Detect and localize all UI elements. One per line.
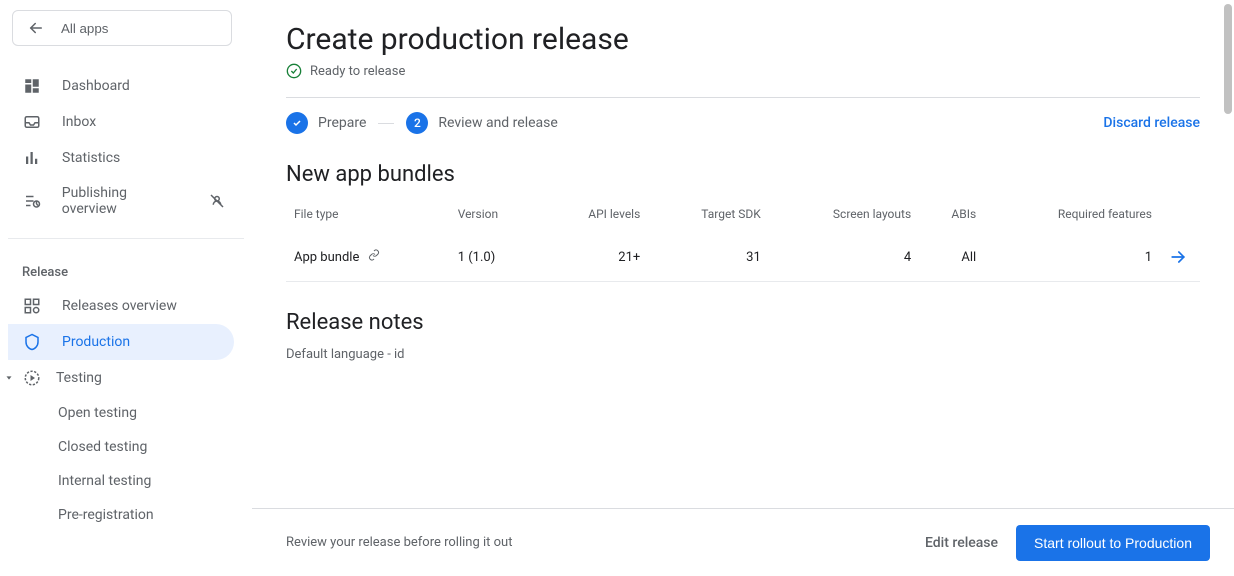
step-check-icon — [286, 112, 308, 134]
scrollbar[interactable] — [1224, 4, 1232, 114]
releases-overview-icon — [22, 297, 42, 315]
col-required-features: Required features — [984, 195, 1160, 233]
ready-status: Ready to release — [286, 63, 1200, 79]
all-apps-button[interactable]: All apps — [12, 10, 232, 46]
sidebar-item-closed-testing[interactable]: Closed testing — [8, 430, 244, 464]
sidebar-item-statistics[interactable]: Statistics — [8, 140, 234, 176]
divider — [286, 97, 1200, 98]
table-row: App bundle 1 (1.0) 21+ 31 4 All 1 — [286, 233, 1200, 282]
all-apps-label: All apps — [61, 21, 108, 36]
col-version: Version — [450, 195, 540, 233]
sidebar-item-inbox[interactable]: Inbox — [8, 104, 234, 140]
caret-down-icon[interactable] — [4, 373, 14, 383]
sidebar-item-label: Statistics — [62, 150, 120, 166]
step-review[interactable]: 2 Review and release — [406, 112, 557, 134]
footer-message: Review your release before rolling it ou… — [286, 535, 512, 550]
section-release-label: Release — [8, 251, 244, 288]
testing-icon — [22, 369, 42, 387]
sidebar-item-testing[interactable]: Testing — [14, 360, 234, 396]
step-number-icon: 2 — [406, 112, 428, 134]
sidebar-item-label: Releases overview — [62, 298, 177, 314]
release-notes-title: Release notes — [286, 310, 1200, 335]
ready-label: Ready to release — [310, 64, 405, 79]
col-abis: ABIs — [919, 195, 984, 233]
step-label: Review and release — [438, 115, 557, 131]
sidebar-item-releases-overview[interactable]: Releases overview — [8, 288, 234, 324]
page-title: Create production release — [286, 22, 1200, 57]
sidebar-item-production[interactable]: Production — [8, 324, 234, 360]
discard-release-button[interactable]: Discard release — [1103, 115, 1200, 131]
inbox-icon — [22, 113, 42, 131]
step-connector — [378, 123, 394, 124]
cell-version: 1 (1.0) — [450, 233, 540, 282]
publishing-status-icon — [208, 192, 226, 210]
sidebar-item-label: Production — [62, 334, 130, 350]
sidebar-divider — [8, 238, 244, 239]
publishing-icon — [22, 192, 42, 210]
cell-abis: All — [919, 233, 984, 282]
col-file-type: File type — [286, 195, 450, 233]
sidebar-item-internal-testing[interactable]: Internal testing — [8, 464, 244, 498]
bundles-table: File type Version API levels Target SDK … — [286, 195, 1200, 282]
sidebar-item-publishing-overview[interactable]: Publishing overview — [8, 176, 198, 226]
cell-api-levels: 21+ — [540, 233, 649, 282]
main-content: Create production release Ready to relea… — [252, 0, 1234, 576]
footer-bar: Review your release before rolling it ou… — [252, 508, 1234, 576]
check-circle-icon — [286, 63, 302, 79]
sidebar-item-label: Inbox — [62, 114, 96, 130]
step-prepare[interactable]: Prepare — [286, 112, 366, 134]
step-label: Prepare — [318, 115, 366, 131]
col-target-sdk: Target SDK — [648, 195, 769, 233]
bundles-title: New app bundles — [286, 162, 1200, 187]
cell-required-features: 1 — [984, 233, 1160, 282]
sidebar-item-label: Testing — [56, 370, 102, 386]
statistics-icon — [22, 149, 42, 167]
stepper: Prepare 2 Review and release — [286, 112, 558, 134]
release-notes-language: Default language - id — [286, 347, 1200, 362]
sidebar-item-open-testing[interactable]: Open testing — [8, 396, 244, 430]
cell-target-sdk: 31 — [648, 233, 769, 282]
sidebar-item-dashboard[interactable]: Dashboard — [8, 68, 234, 104]
col-api-levels: API levels — [540, 195, 649, 233]
sidebar-item-pre-registration[interactable]: Pre-registration — [8, 498, 244, 532]
col-screen-layouts: Screen layouts — [769, 195, 919, 233]
arrow-left-icon — [27, 19, 45, 37]
start-rollout-button[interactable]: Start rollout to Production — [1016, 525, 1210, 561]
cell-file-type: App bundle — [294, 250, 359, 265]
row-details-button[interactable] — [1168, 247, 1192, 267]
cell-screen-layouts: 4 — [769, 233, 919, 282]
production-icon — [22, 333, 42, 351]
edit-release-button[interactable]: Edit release — [925, 535, 998, 551]
sidebar-item-label: Dashboard — [62, 78, 130, 94]
dashboard-icon — [22, 77, 42, 95]
attachment-icon — [367, 250, 381, 265]
sidebar: All apps Dashboard Inbox Statistics — [0, 0, 252, 576]
sidebar-item-label: Publishing overview — [62, 185, 184, 217]
